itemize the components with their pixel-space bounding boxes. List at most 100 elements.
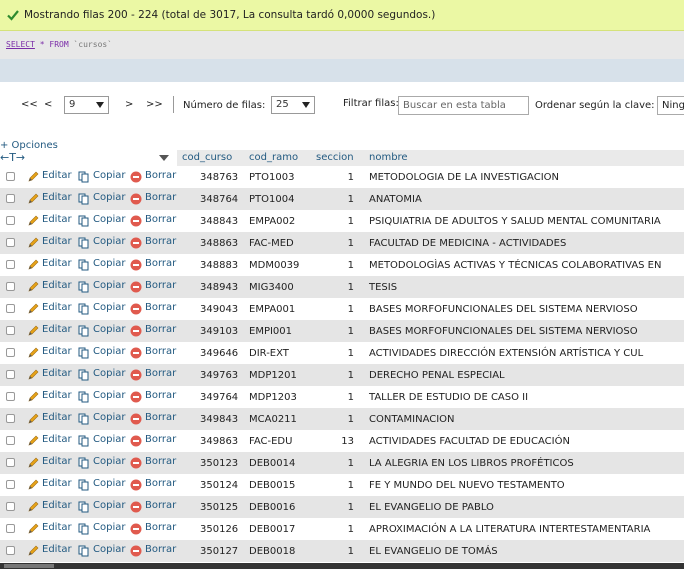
copy-link[interactable]: Copiar: [93, 302, 125, 313]
row-checkbox[interactable]: [6, 172, 15, 181]
table-row[interactable]: Editar Copiar Borrar 350125 DEB0016 1 EL EVANG…: [0, 496, 684, 518]
row-checkbox[interactable]: [6, 414, 15, 423]
copy-link[interactable]: Copiar: [93, 324, 125, 335]
table-row[interactable]: Editar Copiar Borrar 349764 MDP1203 1 TALLER D…: [0, 386, 684, 408]
copy-link[interactable]: Copiar: [93, 280, 125, 291]
sql-query[interactable]: SELECT * FROM `cursos`: [6, 40, 112, 49]
copy-link[interactable]: Copiar: [93, 214, 125, 225]
delete-link[interactable]: Borrar: [145, 192, 176, 203]
copy-link[interactable]: Copiar: [93, 170, 125, 181]
column-header-cod-ramo[interactable]: cod_ramo: [249, 152, 298, 163]
row-checkbox[interactable]: [6, 282, 15, 291]
copy-link[interactable]: Copiar: [93, 258, 125, 269]
copy-link[interactable]: Copiar: [93, 390, 125, 401]
sort-arrow-icon[interactable]: [159, 155, 169, 161]
copy-link[interactable]: Copiar: [93, 544, 125, 555]
row-checkbox[interactable]: [6, 194, 15, 203]
table-row[interactable]: Editar Copiar Borrar 349763 MDP1201 1 DERECHO …: [0, 364, 684, 386]
delete-link[interactable]: Borrar: [145, 280, 176, 291]
table-row[interactable]: Editar Copiar Borrar 349103 EMPI001 1 BASES MO…: [0, 320, 684, 342]
table-row[interactable]: Editar Copiar Borrar 350124 DEB0015 1 FE Y MUN…: [0, 474, 684, 496]
table-row[interactable]: Editar Copiar Borrar 348863 FAC-MED 1 FACULTAD…: [0, 232, 684, 254]
table-row[interactable]: Editar Copiar Borrar 348943 MIG3400 1 TESIS: [0, 276, 684, 298]
row-checkbox[interactable]: [6, 458, 15, 467]
column-header-nombre[interactable]: nombre: [369, 152, 408, 163]
edit-link[interactable]: Editar: [42, 302, 72, 313]
edit-link[interactable]: Editar: [42, 544, 72, 555]
delete-link[interactable]: Borrar: [145, 522, 176, 533]
row-checkbox[interactable]: [6, 326, 15, 335]
edit-link[interactable]: Editar: [42, 236, 72, 247]
row-checkbox[interactable]: [6, 502, 15, 511]
options-link[interactable]: + Opciones: [0, 140, 58, 151]
copy-link[interactable]: Copiar: [93, 500, 125, 511]
page-select[interactable]: 9: [64, 96, 109, 114]
copy-link[interactable]: Copiar: [93, 192, 125, 203]
copy-link[interactable]: Copiar: [93, 236, 125, 247]
delete-link[interactable]: Borrar: [145, 390, 176, 401]
column-header-seccion[interactable]: seccion: [316, 152, 354, 163]
delete-link[interactable]: Borrar: [145, 368, 176, 379]
copy-link[interactable]: Copiar: [93, 368, 125, 379]
table-row[interactable]: Editar Copiar Borrar 349646 DIR-EXT 1 ACTIVIDA…: [0, 342, 684, 364]
row-checkbox[interactable]: [6, 304, 15, 313]
delete-link[interactable]: Borrar: [145, 214, 176, 225]
table-row[interactable]: Editar Copiar Borrar 348883 MDM0039 1 METODOLO…: [0, 254, 684, 276]
horizontal-scrollbar[interactable]: [0, 563, 684, 569]
delete-link[interactable]: Borrar: [145, 500, 176, 511]
column-header-cod-curso[interactable]: cod_curso: [182, 152, 232, 163]
delete-link[interactable]: Borrar: [145, 324, 176, 335]
edit-link[interactable]: Editar: [42, 368, 72, 379]
delete-link[interactable]: Borrar: [145, 302, 176, 313]
table-row[interactable]: Editar Copiar Borrar 350126 DEB0017 1 APROXIMA…: [0, 518, 684, 540]
delete-link[interactable]: Borrar: [145, 346, 176, 357]
row-checkbox[interactable]: [6, 546, 15, 555]
sort-select[interactable]: Ning: [657, 96, 684, 115]
edit-link[interactable]: Editar: [42, 214, 72, 225]
edit-link[interactable]: Editar: [42, 280, 72, 291]
delete-link[interactable]: Borrar: [145, 456, 176, 467]
copy-link[interactable]: Copiar: [93, 478, 125, 489]
table-row[interactable]: Editar Copiar Borrar 348764 PTO1004 1 ANATOMIA: [0, 188, 684, 210]
table-row[interactable]: Editar Copiar Borrar 349843 MCA0211 1 CONTAMIN…: [0, 408, 684, 430]
row-checkbox[interactable]: [6, 436, 15, 445]
row-checkbox[interactable]: [6, 392, 15, 401]
filter-input[interactable]: Buscar en esta tabla: [398, 96, 529, 115]
delete-link[interactable]: Borrar: [145, 544, 176, 555]
table-row[interactable]: Editar Copiar Borrar 349043 EMPA001 1 BASES MO…: [0, 298, 684, 320]
row-checkbox[interactable]: [6, 260, 15, 269]
copy-link[interactable]: Copiar: [93, 434, 125, 445]
prev-page-button[interactable]: <: [44, 99, 52, 110]
last-page-button[interactable]: >>: [146, 99, 163, 110]
delete-link[interactable]: Borrar: [145, 170, 176, 181]
copy-link[interactable]: Copiar: [93, 412, 125, 423]
row-checkbox[interactable]: [6, 480, 15, 489]
edit-link[interactable]: Editar: [42, 434, 72, 445]
column-resize-arrows-icon[interactable]: ←T→: [0, 151, 25, 164]
edit-link[interactable]: Editar: [42, 456, 72, 467]
table-row[interactable]: Editar Copiar Borrar 348843 EMPA002 1 PSIQUIAT…: [0, 210, 684, 232]
edit-link[interactable]: Editar: [42, 170, 72, 181]
edit-link[interactable]: Editar: [42, 412, 72, 423]
copy-link[interactable]: Copiar: [93, 522, 125, 533]
first-page-button[interactable]: <<: [21, 99, 38, 110]
row-checkbox[interactable]: [6, 524, 15, 533]
edit-link[interactable]: Editar: [42, 522, 72, 533]
copy-link[interactable]: Copiar: [93, 346, 125, 357]
delete-link[interactable]: Borrar: [145, 258, 176, 269]
edit-link[interactable]: Editar: [42, 192, 72, 203]
delete-link[interactable]: Borrar: [145, 236, 176, 247]
sql-select[interactable]: SELECT: [6, 40, 35, 49]
table-row[interactable]: Editar Copiar Borrar 350123 DEB0014 1 LA ALEGR…: [0, 452, 684, 474]
table-row[interactable]: Editar Copiar Borrar 350127 DEB0018 1 EL EVANG…: [0, 540, 684, 562]
row-checkbox[interactable]: [6, 370, 15, 379]
delete-link[interactable]: Borrar: [145, 434, 176, 445]
row-checkbox[interactable]: [6, 216, 15, 225]
edit-link[interactable]: Editar: [42, 500, 72, 511]
table-row[interactable]: Editar Copiar Borrar 349863 FAC-EDU 13 ACTIVID…: [0, 430, 684, 452]
edit-link[interactable]: Editar: [42, 478, 72, 489]
edit-link[interactable]: Editar: [42, 258, 72, 269]
row-checkbox[interactable]: [6, 348, 15, 357]
delete-link[interactable]: Borrar: [145, 478, 176, 489]
row-checkbox[interactable]: [6, 238, 15, 247]
